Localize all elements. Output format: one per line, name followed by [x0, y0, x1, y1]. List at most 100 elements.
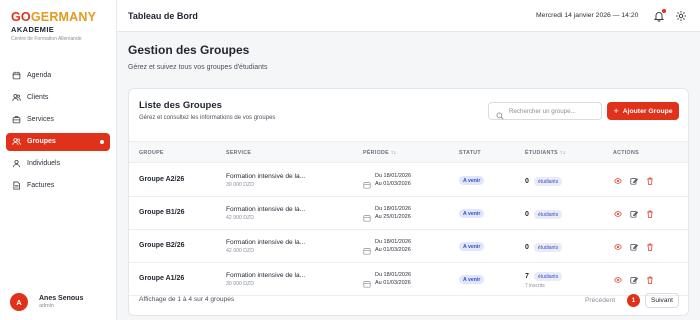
table-row[interactable]: Groupe B1/26 Formation intensive de la...…: [129, 197, 688, 230]
search-box: [488, 102, 602, 120]
calendar-icon: [363, 242, 371, 255]
period-start: Du 18/01/2026: [375, 173, 412, 179]
edit-icon[interactable]: [630, 243, 638, 251]
add-group-button[interactable]: + Ajouter Groupe: [607, 102, 679, 120]
col-header-group: GROUPE: [139, 150, 164, 156]
sidebar-item-label: Clients: [27, 93, 49, 101]
logo-subtitle: AKADEMIE: [11, 25, 55, 34]
cell-service: Formation intensive de la... 42 000 DZD: [226, 239, 305, 254]
add-group-label: Ajouter Groupe: [622, 107, 673, 115]
col-header-service: SERVICE: [226, 150, 252, 156]
user-profile[interactable]: A Anes Senous admin: [10, 293, 83, 311]
sidebar-item-label: Groupes: [27, 138, 56, 146]
col-header-students-label: ÉTUDIANTS: [525, 150, 559, 156]
cell-period: Du 18/01/2026 Au 01/03/2026: [363, 238, 412, 255]
period-end: Au 25/01/2026: [375, 214, 411, 220]
students-badge: étudiants: [533, 177, 563, 186]
pagination-summary: Affichage de 1 à 4 sur 4 groupes: [139, 296, 235, 303]
status-badge: A venir: [459, 176, 485, 185]
trash-icon[interactable]: [646, 177, 654, 185]
trash-icon[interactable]: [646, 210, 654, 218]
sidebar-nav: Agenda Clients Services Groupes Individu…: [6, 66, 110, 199]
sidebar-item-services[interactable]: Services: [6, 110, 110, 128]
status-badge: A venir: [459, 242, 485, 251]
period-end: Au 01/03/2026: [375, 280, 411, 286]
cell-period: Du 18/01/2026 Au 25/01/2026: [363, 205, 411, 222]
view-icon[interactable]: [614, 177, 622, 185]
users-icon: [12, 93, 21, 102]
table-row[interactable]: Groupe A2/26 Formation intensive de la...…: [129, 164, 688, 197]
sidebar-item-individuels[interactable]: Individuels: [6, 155, 110, 173]
cell-group-name: Groupe A2/26: [139, 176, 185, 183]
period-start: Du 18/01/2026: [375, 239, 412, 245]
sidebar-item-clients[interactable]: Clients: [6, 88, 110, 106]
cell-group-name: Groupe B2/26: [139, 242, 185, 249]
cell-students: 0 étudiants: [525, 210, 563, 219]
search-input[interactable]: [509, 107, 597, 115]
students-count: 0: [525, 211, 529, 218]
calendar-icon: [12, 71, 21, 80]
pagination-next-button[interactable]: Suivant: [645, 293, 679, 308]
col-header-period-label: PÉRIODE: [363, 150, 389, 156]
brand-logo[interactable]: GOGERMANY AKADEMIE Centre de Formation A…: [11, 11, 96, 43]
user-icon: [12, 159, 21, 168]
trash-icon[interactable]: [646, 276, 654, 284]
col-header-period[interactable]: PÉRIODE ↑↓: [363, 150, 397, 156]
cell-students: 0 étudiants: [525, 177, 563, 186]
sidebar: GOGERMANY AKADEMIE Centre de Formation A…: [0, 0, 117, 320]
status-badge: A venir: [459, 275, 485, 284]
edit-icon[interactable]: [630, 177, 638, 185]
logo-tagline: Centre de Formation Allemande: [11, 36, 82, 42]
cell-service: Formation intensive de la... 30 000 DZD: [226, 173, 305, 188]
table-row[interactable]: Groupe A1/26 Formation intensive de la...…: [129, 263, 688, 296]
pagination-page-1[interactable]: 1: [627, 294, 640, 307]
service-name: Formation intensive de la...: [226, 173, 306, 180]
view-icon[interactable]: [614, 276, 622, 284]
edit-icon[interactable]: [630, 210, 638, 218]
row-actions: [614, 243, 662, 251]
cell-service: Formation intensive de la... 42 000 DZD: [226, 206, 305, 221]
top-header: Tableau de Bord Mercredi 14 janvier 2026…: [117, 0, 700, 32]
sidebar-item-label: Agenda: [27, 71, 52, 79]
row-actions: [614, 210, 662, 218]
col-header-actions: ACTIONS: [613, 150, 639, 156]
service-name: Formation intensive de la...: [226, 272, 306, 279]
students-count: 0: [525, 178, 529, 185]
sort-icon: ↑↓: [390, 150, 397, 156]
trash-icon[interactable]: [646, 243, 654, 251]
cell-period: Du 18/01/2026 Au 01/03/2026: [363, 172, 412, 189]
active-indicator-dot: [100, 139, 104, 144]
students-count: 7: [525, 273, 529, 280]
view-icon[interactable]: [614, 210, 622, 218]
period-start: Du 18/01/2026: [375, 272, 412, 278]
calendar-icon: [363, 275, 371, 288]
pagination-prev-button[interactable]: Précédent: [585, 297, 615, 304]
logo-go: GO: [11, 10, 31, 24]
view-icon[interactable]: [614, 243, 622, 251]
cell-service: Formation intensive de la... 30 000 DZD: [226, 272, 305, 287]
students-badge: étudiants: [533, 272, 563, 281]
sort-icon: ↑↓: [559, 150, 566, 156]
sidebar-item-factures[interactable]: Factures: [6, 177, 110, 195]
edit-icon[interactable]: [630, 276, 638, 284]
service-price: 42 000 DZD: [226, 215, 254, 221]
col-header-status: STATUT: [459, 150, 481, 156]
period-end: Au 01/03/2026: [375, 247, 411, 253]
sidebar-item-groupes[interactable]: Groupes: [6, 132, 110, 151]
gear-icon[interactable]: [675, 9, 687, 21]
students-count: 0: [525, 244, 529, 251]
logo-wordmark: GOGERMANY: [11, 11, 96, 24]
card-subtitle: Gérez et consultez les informations de v…: [139, 115, 276, 121]
cell-students: 7 étudiants: [525, 272, 563, 281]
calendar-icon: [363, 209, 371, 222]
col-header-students[interactable]: ÉTUDIANTS ↑↓: [525, 150, 566, 156]
row-actions: [614, 177, 662, 185]
logo-germany: GERMANY: [30, 10, 97, 24]
period-end: Au 01/03/2026: [375, 181, 411, 187]
sidebar-item-agenda[interactable]: Agenda: [6, 66, 110, 84]
user-info: Anes Senous admin: [39, 295, 83, 309]
cell-students: 0 étudiants: [525, 243, 563, 252]
table-row[interactable]: Groupe B2/26 Formation intensive de la...…: [129, 230, 688, 263]
status-badge: A venir: [459, 209, 485, 218]
invoice-icon: [12, 181, 21, 190]
